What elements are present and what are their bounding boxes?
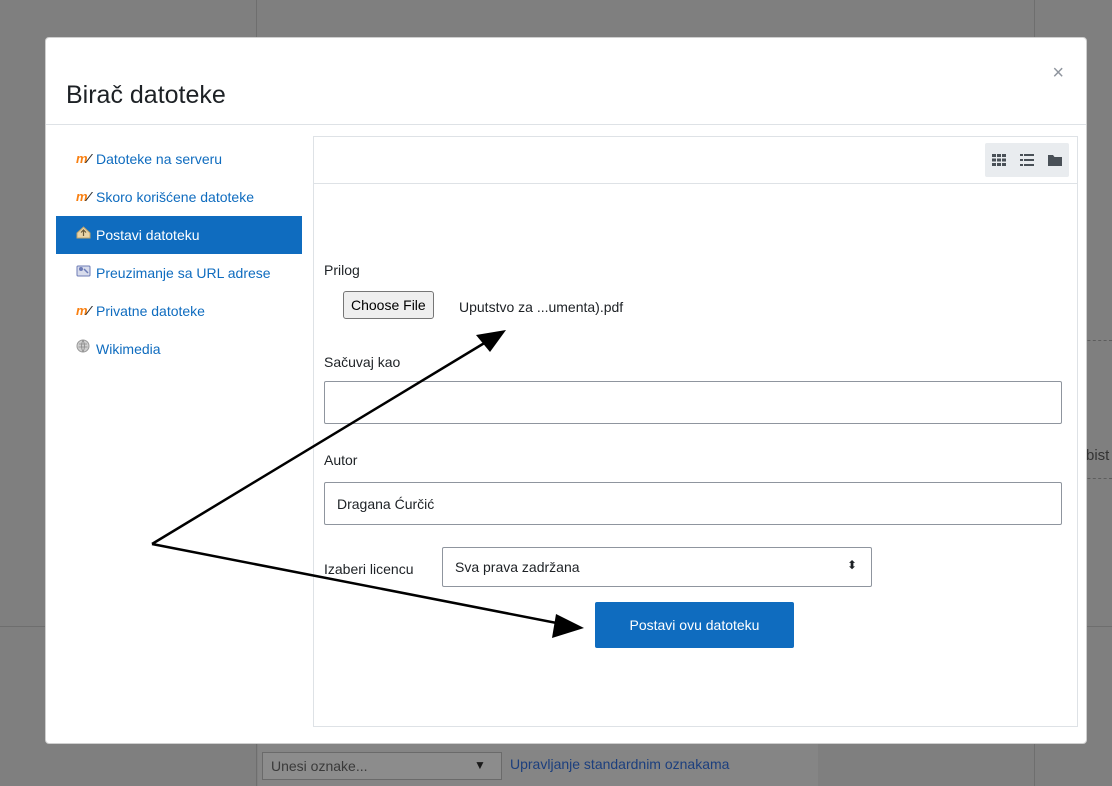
- icons-view-icon[interactable]: [985, 143, 1013, 177]
- moodle-icon: m⁄: [76, 303, 90, 318]
- save-as-input[interactable]: [324, 381, 1062, 424]
- dialog-header: Birač datoteke ×: [46, 38, 1086, 125]
- list-view-icon[interactable]: [1013, 143, 1041, 177]
- license-select[interactable]: Sva prava zadržana ⬍: [442, 547, 872, 587]
- tag-input[interactable]: Unesi oznake...: [262, 752, 502, 780]
- save-as-label: Sačuvaj kao: [324, 354, 401, 370]
- author-input[interactable]: [324, 482, 1062, 525]
- repo-item-private-files[interactable]: m⁄ Privatne datoteke: [56, 292, 302, 330]
- repo-item-recent-files[interactable]: m⁄ Skoro korišćene datoteke: [56, 178, 302, 216]
- tree-view-icon[interactable]: [1041, 143, 1069, 177]
- background-side-text: bist: [1086, 447, 1110, 464]
- repository-list: m⁄ Datoteke na serveru m⁄ Skoro korišćen…: [56, 140, 302, 368]
- license-label: Izaberi licencu: [324, 561, 414, 577]
- repo-item-label: Datoteke na serveru: [96, 151, 223, 167]
- url-download-icon: [76, 262, 96, 284]
- author-label: Autor: [324, 452, 358, 468]
- repo-item-upload-file[interactable]: Postavi datoteku: [56, 216, 302, 254]
- upload-file-button[interactable]: Postavi ovu datoteku: [595, 602, 794, 648]
- attachment-label: Prilog: [324, 262, 360, 278]
- choose-file-button[interactable]: Choose File: [343, 291, 434, 319]
- license-selected-value: Sva prava zadržana: [455, 559, 580, 575]
- view-mode-toggle: [985, 143, 1069, 177]
- repo-item-label: Privatne datoteke: [96, 303, 205, 319]
- dialog-title: Birač datoteke: [66, 80, 226, 109]
- triangle-down-icon[interactable]: ▼: [474, 758, 486, 772]
- view-toolbar: [314, 137, 1077, 184]
- repo-item-label: Preuzimanje sa URL adrese: [96, 265, 271, 281]
- manage-tags-link[interactable]: Upravljanje standardnim oznakama: [510, 756, 729, 772]
- repo-item-url-download[interactable]: Preuzimanje sa URL adrese: [56, 254, 302, 292]
- close-icon[interactable]: ×: [1052, 62, 1064, 85]
- sort-caret-icon: ⬍: [846, 558, 857, 572]
- wikimedia-icon: [76, 338, 96, 360]
- moodle-icon: m⁄: [76, 189, 90, 204]
- repo-item-label: Postavi datoteku: [96, 227, 200, 243]
- chosen-file-name: Uputstvo za ...umenta).pdf: [459, 299, 624, 315]
- repo-item-server-files[interactable]: m⁄ Datoteke na serveru: [56, 140, 302, 178]
- repo-item-label: Wikimedia: [96, 341, 161, 357]
- upload-icon: [76, 224, 96, 246]
- repo-item-wikimedia[interactable]: Wikimedia: [56, 330, 302, 368]
- repo-item-label: Skoro korišćene datoteke: [96, 189, 254, 205]
- moodle-icon: m⁄: [76, 151, 90, 166]
